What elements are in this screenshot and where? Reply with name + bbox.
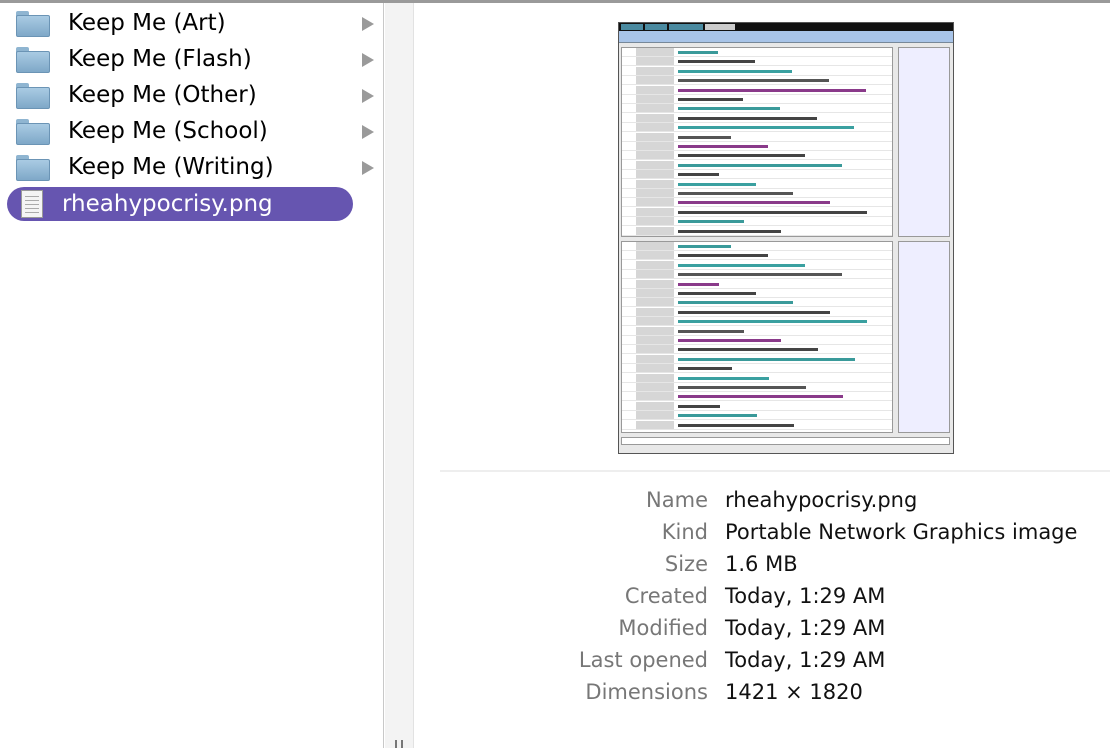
preview-chat-line: [622, 76, 892, 86]
info-label: Size: [664, 552, 708, 576]
info-label: Dimensions: [585, 680, 708, 704]
info-row-size: Size 1.6 MB: [414, 548, 1110, 580]
item-name: Keep Me (Art): [68, 10, 226, 36]
preview-chat-line: [622, 251, 892, 261]
info-value: Portable Network Graphics image: [725, 520, 1078, 544]
info-row-name: Name rheahypocrisy.png: [414, 484, 1110, 516]
preview-chat-line: [622, 401, 892, 411]
folder-item-art[interactable]: Keep Me (Art): [7, 6, 353, 40]
disclosure-arrow-icon[interactable]: [362, 17, 374, 31]
preview-chat-line: [622, 160, 892, 170]
preview-chat-line: [622, 298, 892, 308]
png-file-icon: [21, 190, 43, 218]
info-value: rheahypocrisy.png: [725, 488, 918, 512]
disclosure-arrow-icon[interactable]: [362, 89, 374, 103]
preview-chat-line: [622, 364, 892, 374]
info-row-kind: Kind Portable Network Graphics image: [414, 516, 1110, 548]
preview-chat-line: [622, 170, 892, 180]
image-preview-thumbnail: [618, 22, 954, 454]
preview-chat-line: [622, 317, 892, 327]
preview-chat-line: [622, 242, 892, 251]
preview-chat-line: [622, 307, 892, 317]
preview-chat-line: [622, 260, 892, 270]
preview-chat-line: [622, 207, 892, 217]
info-row-created: Created Today, 1:29 AM: [414, 580, 1110, 612]
folder-item-other[interactable]: Keep Me (Other): [7, 78, 353, 112]
item-name: Keep Me (Writing): [68, 154, 274, 180]
item-name: Keep Me (School): [68, 118, 268, 144]
preview-chat-line: [622, 217, 892, 227]
disclosure-arrow-icon[interactable]: [362, 125, 374, 139]
preview-chat-line: [622, 123, 892, 133]
preview-chat-line: [622, 270, 892, 280]
finder-column[interactable]: Keep Me (Art) Keep Me (Flash) Keep Me (O…: [0, 3, 384, 748]
info-row-modified: Modified Today, 1:29 AM: [414, 612, 1110, 644]
preview-chat-line: [622, 198, 892, 208]
folder-icon: [16, 155, 50, 181]
info-value: Today, 1:29 AM: [725, 584, 886, 608]
preview-chat-line: [622, 392, 892, 402]
preview-chat-line: [622, 113, 892, 123]
folder-icon: [16, 47, 50, 73]
info-label: Created: [624, 584, 708, 608]
preview-chat-line: [622, 279, 892, 289]
preview-chat-line: [622, 289, 892, 298]
info-value: 1.6 MB: [725, 552, 798, 576]
folder-item-writing[interactable]: Keep Me (Writing): [7, 150, 353, 184]
info-value: Today, 1:29 AM: [725, 616, 886, 640]
preview-chat-line: [622, 373, 892, 383]
disclosure-arrow-icon[interactable]: [362, 161, 374, 175]
preview-chat-line: [622, 326, 892, 336]
disclosure-arrow-icon[interactable]: [362, 53, 374, 67]
info-row-dimensions: Dimensions 1421 × 1820: [414, 676, 1110, 708]
preview-chat-line: [622, 383, 892, 392]
divider: [440, 470, 1110, 472]
preview-chat-line: [622, 85, 892, 95]
info-label: Modified: [618, 616, 708, 640]
preview-chat-line: [622, 95, 892, 104]
file-info-panel: Name rheahypocrisy.png Kind Portable Netwo…: [414, 484, 1110, 708]
info-value: 1421 × 1820: [725, 680, 863, 704]
preview-chat-line: [622, 48, 892, 57]
preview-chat-line: [622, 104, 892, 114]
preview-chat-line: [622, 179, 892, 189]
file-item-selected[interactable]: rheahypocrisy.png: [7, 187, 353, 221]
folder-item-flash[interactable]: Keep Me (Flash): [7, 42, 353, 76]
info-row-last-opened: Last opened Today, 1:29 AM: [414, 644, 1110, 676]
info-label: Last opened: [578, 648, 708, 672]
item-name: Keep Me (Flash): [68, 46, 252, 72]
preview-chat-line: [622, 132, 892, 142]
preview-chat-line: [622, 57, 892, 67]
preview-chat-line: [622, 66, 892, 76]
folder-icon: [16, 119, 50, 145]
folder-icon: [16, 83, 50, 109]
column-resize-handle[interactable]: [395, 740, 403, 748]
item-name: Keep Me (Other): [68, 82, 257, 108]
column-resize-strip[interactable]: [385, 3, 414, 748]
preview-chat-line: [622, 189, 892, 198]
preview-chat-line: [622, 411, 892, 421]
folder-icon: [16, 11, 50, 37]
preview-chat-line: [622, 142, 892, 151]
preview-chat-line: [622, 336, 892, 345]
preview-chat-line: [622, 226, 892, 236]
info-value: Today, 1:29 AM: [725, 648, 886, 672]
preview-chat-line: [622, 354, 892, 364]
info-label: Name: [646, 488, 708, 512]
preview-chat-line: [622, 151, 892, 161]
item-name: rheahypocrisy.png: [62, 191, 273, 217]
preview-chat-line: [622, 345, 892, 355]
folder-item-school[interactable]: Keep Me (School): [7, 114, 353, 148]
preview-chat-line: [622, 420, 892, 430]
info-label: Kind: [661, 520, 708, 544]
